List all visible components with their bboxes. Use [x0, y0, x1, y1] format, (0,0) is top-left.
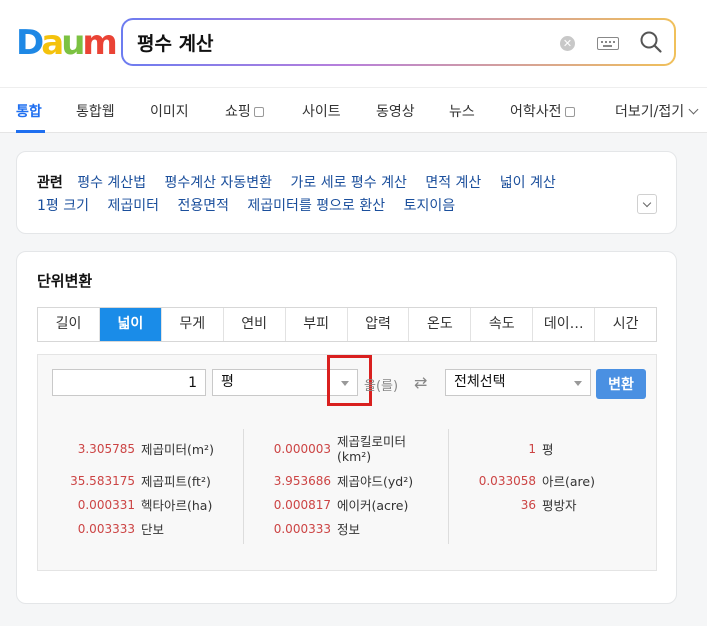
result-unit: 제곱미터(m²) [141, 442, 214, 457]
related-link[interactable]: 평수 계산법 [77, 175, 146, 191]
result-value: 0.003333 [77, 522, 135, 536]
tab-videos[interactable]: 동영상 [376, 101, 415, 121]
unit-converter: 단위변환 길이 넓이 무게 연비 부피 압력 온도 속도 데이… 시간 평 을(… [16, 251, 677, 604]
result-unit-line-2: (km²) [337, 449, 372, 464]
active-tab-indicator [16, 130, 45, 133]
unit-tab-temperature[interactable]: 온도 [409, 308, 472, 341]
unit-tab-time[interactable]: 시간 [595, 308, 657, 341]
related-link[interactable]: 평수계산 자동변환 [165, 175, 273, 191]
related-title: 관련 [37, 175, 63, 191]
unit-tab-volume[interactable]: 부피 [285, 308, 348, 341]
tab-images[interactable]: 이미지 [150, 101, 189, 121]
result-value: 1 [528, 442, 536, 456]
daum-logo[interactable]: D a u m [16, 23, 118, 63]
logo-letter-u: u [61, 23, 85, 63]
result-value: 36 [520, 498, 536, 512]
related-row-1: 관련 평수 계산법 평수계산 자동변환 가로 세로 평수 계산 면적 계산 넓이… [37, 172, 570, 192]
result-unit: 평 [542, 442, 554, 457]
result-unit: 아르(are) [542, 474, 595, 489]
tab-shopping[interactable]: 쇼핑 [225, 101, 264, 121]
unit-tab-fuel-economy[interactable]: 연비 [223, 308, 286, 341]
expand-related-button[interactable] [637, 194, 657, 214]
result-value: 0.000331 [77, 498, 135, 512]
result-value: 0.000003 [273, 442, 331, 456]
logo-letter-d: D [16, 23, 44, 63]
tab-more-label: 더보기/접기 [615, 104, 685, 120]
result-value: 0.000333 [273, 522, 331, 536]
tab-dictionary[interactable]: 어학사전 [510, 101, 575, 121]
tab-integrated[interactable]: 통합 [16, 101, 42, 121]
tab-sites[interactable]: 사이트 [302, 101, 341, 121]
related-link[interactable]: 넓이 계산 [500, 175, 556, 191]
external-link-icon [564, 107, 575, 117]
related-link[interactable]: 면적 계산 [425, 175, 481, 191]
unit-tab-data[interactable]: 데이… [533, 308, 596, 341]
clear-icon[interactable]: ✕ [560, 36, 575, 51]
result-unit: 정보 [337, 522, 361, 537]
keyboard-icon[interactable] [597, 37, 619, 50]
convert-button[interactable]: 변환 [596, 369, 646, 399]
dropdown-arrow-icon [574, 381, 582, 386]
related-link[interactable]: 토지이음 [404, 198, 456, 214]
result-unit: 단보 [141, 522, 165, 537]
related-searches: 관련 평수 계산법 평수계산 자동변환 가로 세로 평수 계산 면적 계산 넓이… [16, 151, 677, 234]
converter-panel: 평 을(를) ⇄ 전체선택 변환 3.305785 제곱미터(m²) 35.58… [37, 354, 657, 571]
unit-tab-length[interactable]: 길이 [38, 308, 100, 341]
result-value: 3.305785 [77, 442, 135, 456]
result-unit: 제곱야드(yd²) [337, 474, 414, 489]
results-column-2: 0.000003 제곱킬로미터 (km²) 3.953686 제곱야드(yd²) … [243, 429, 448, 544]
search-box: ✕ [121, 18, 676, 66]
tab-news[interactable]: 뉴스 [449, 101, 475, 121]
tab-dictionary-label: 어학사전 [510, 104, 562, 120]
search-icon[interactable] [639, 30, 663, 54]
unit-type-tabs: 길이 넓이 무게 연비 부피 압력 온도 속도 데이… 시간 [37, 307, 657, 342]
related-link[interactable]: 제곱미터를 평으로 환산 [247, 198, 385, 214]
unit-tab-pressure[interactable]: 압력 [347, 308, 410, 341]
search-input[interactable] [137, 28, 537, 56]
result-unit: 에이커(acre) [337, 498, 409, 513]
result-unit: 제곱피트(ft²) [141, 474, 211, 489]
unit-tab-weight[interactable]: 무게 [161, 308, 224, 341]
swap-icon[interactable]: ⇄ [414, 373, 427, 392]
related-link[interactable]: 1평 크기 [37, 198, 89, 214]
related-link[interactable]: 전용면적 [177, 198, 229, 214]
results-column-3: 1 평 0.033058 아르(are) 36 평방자 [448, 429, 653, 544]
result-value: 0.033058 [478, 474, 536, 488]
search-tabs: 통합 통합웹 이미지 쇼핑 사이트 동영상 뉴스 어학사전 더보기/접기 [0, 87, 707, 133]
logo-letter-m: m [82, 23, 117, 63]
result-unit-line-1: 제곱킬로미터 [337, 434, 407, 449]
unit-tab-speed[interactable]: 속도 [471, 308, 534, 341]
header: D a u m ✕ [0, 0, 707, 87]
amount-input[interactable] [52, 369, 206, 396]
related-row-2: 1평 크기 제곱미터 전용면적 제곱미터를 평으로 환산 토지이음 [37, 195, 469, 215]
tab-integrated-web[interactable]: 통합웹 [76, 101, 115, 121]
unit-tab-area[interactable]: 넓이 [99, 308, 162, 341]
external-link-icon [253, 107, 264, 117]
tab-shopping-label: 쇼핑 [225, 104, 251, 120]
result-unit: 평방자 [542, 498, 577, 513]
result-value: 3.953686 [273, 474, 331, 488]
result-unit: 제곱킬로미터 (km²) [337, 434, 406, 464]
converter-title: 단위변환 [37, 272, 93, 290]
logo-letter-a: a [41, 23, 64, 63]
result-unit: 헥타아르(ha) [141, 498, 213, 513]
related-link[interactable]: 가로 세로 평수 계산 [290, 175, 406, 191]
from-unit-value: 평 [221, 374, 234, 390]
related-link[interactable]: 제곱미터 [107, 198, 159, 214]
chevron-down-icon [642, 198, 652, 208]
result-value: 0.000817 [273, 498, 331, 512]
object-particle-label: 을(를) [364, 379, 399, 394]
to-unit-value: 전체선택 [454, 374, 506, 390]
result-value: 35.583175 [70, 474, 135, 488]
tab-more[interactable]: 더보기/접기 [615, 101, 699, 121]
chevron-down-icon [688, 104, 699, 115]
to-unit-select[interactable]: 전체선택 [445, 369, 591, 396]
